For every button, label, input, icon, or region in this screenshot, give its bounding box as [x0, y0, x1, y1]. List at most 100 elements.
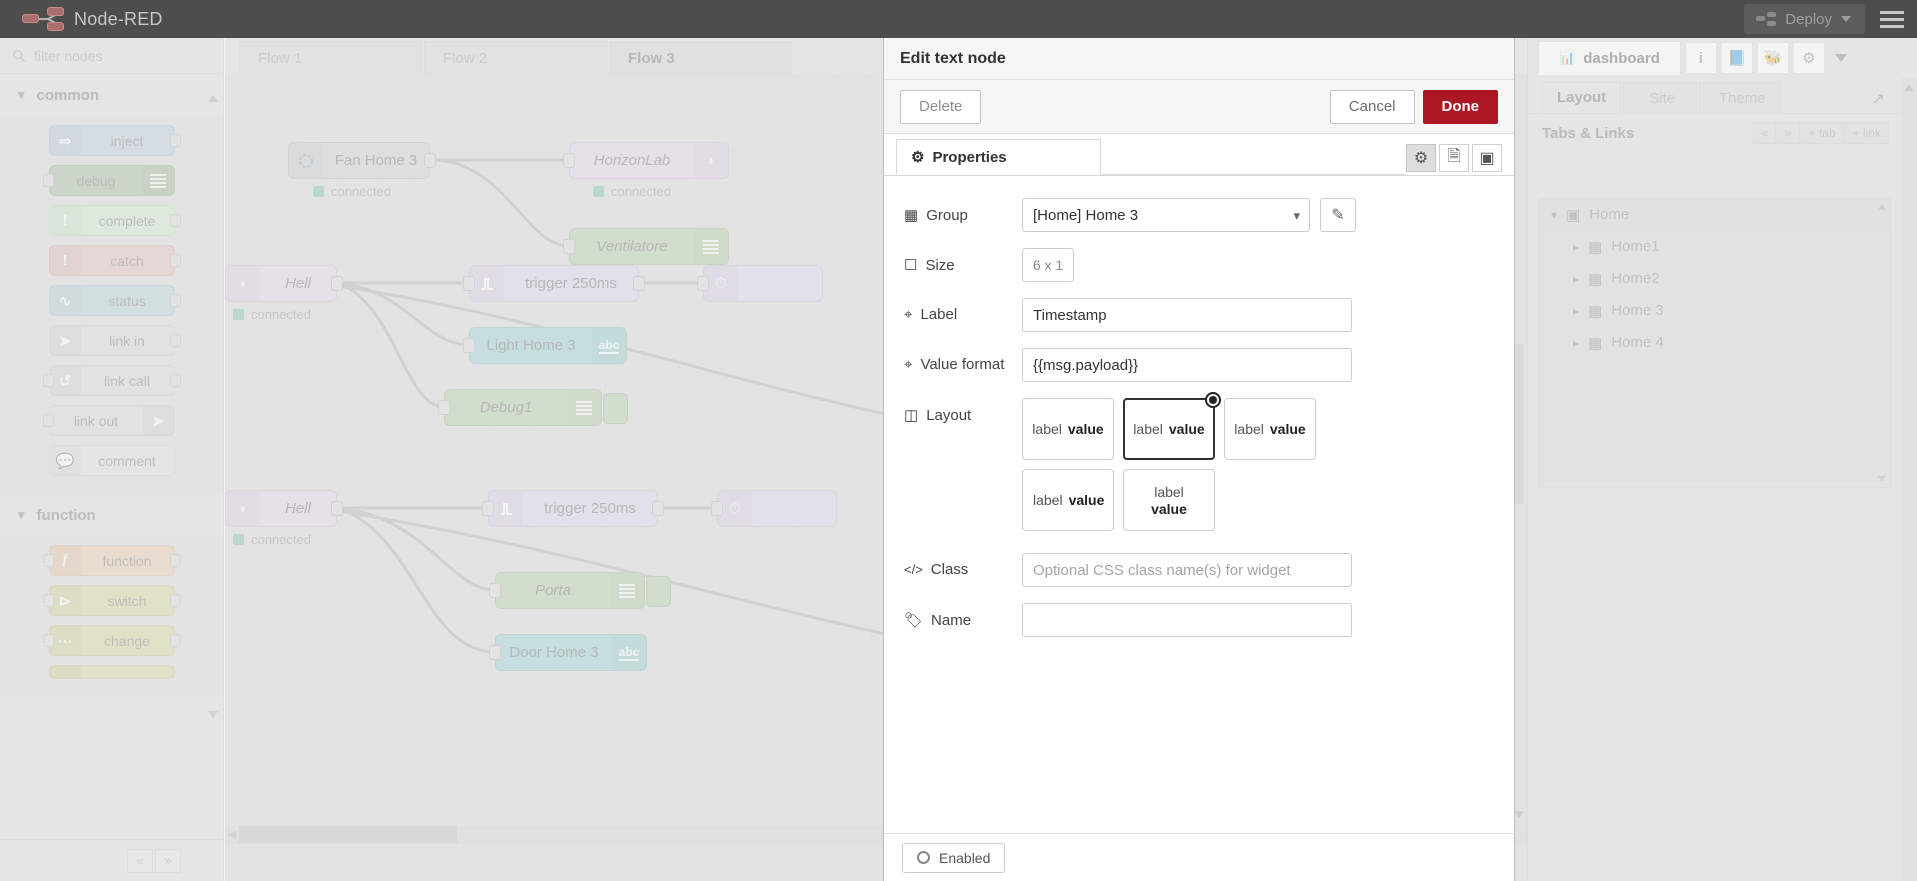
- palette-node-inject[interactable]: ⇒ inject: [49, 125, 175, 156]
- palette-node-debug[interactable]: debug: [49, 165, 175, 196]
- scroll-thumb[interactable]: [1514, 344, 1523, 504]
- tree-item-home1[interactable]: ▸ ▦ Home1: [1539, 231, 1890, 263]
- flow-node-hell-2[interactable]: ◗ Hell: [225, 490, 337, 527]
- flow-node-light-home-3[interactable]: Light Home 3 abc: [469, 327, 627, 364]
- palette-node-switch[interactable]: ⊳ switch: [49, 585, 175, 616]
- output-port[interactable]: [170, 594, 181, 607]
- layout-option-row-left[interactable]: label value: [1022, 398, 1114, 460]
- output-port[interactable]: [170, 374, 181, 387]
- palette-node-change[interactable]: ⋯ change: [49, 625, 175, 656]
- subtab-layout[interactable]: Layout: [1542, 82, 1621, 113]
- layout-option-spread[interactable]: label value: [1022, 469, 1114, 531]
- input-port[interactable]: [43, 554, 54, 567]
- flow-tab-1[interactable]: Flow 1: [239, 41, 422, 74]
- cancel-button[interactable]: Cancel: [1330, 90, 1415, 124]
- output-port[interactable]: [331, 501, 343, 516]
- subtab-site[interactable]: Site: [1623, 82, 1701, 113]
- deploy-button[interactable]: Deploy: [1744, 4, 1865, 34]
- flow-node-door-home-3[interactable]: Door Home 3 abc: [495, 634, 647, 671]
- add-link-button[interactable]: + link: [1845, 122, 1889, 144]
- flow-node-debug1[interactable]: Debug1: [444, 389, 602, 426]
- input-port[interactable]: [463, 276, 475, 291]
- output-port[interactable]: [633, 276, 645, 291]
- scroll-down-icon[interactable]: [208, 711, 218, 718]
- scroll-left-icon[interactable]: ◀: [225, 828, 239, 841]
- palette-scrollbar[interactable]: [208, 78, 219, 718]
- scroll-down-icon[interactable]: [1878, 476, 1886, 482]
- palette-node-comment[interactable]: 💬 comment: [49, 445, 175, 476]
- output-port[interactable]: [424, 153, 436, 168]
- palette-node-partial[interactable]: [49, 665, 175, 679]
- chevron-down-icon[interactable]: ▾: [1293, 208, 1300, 224]
- layout-option-stacked[interactable]: label value: [1123, 469, 1215, 531]
- output-port[interactable]: [652, 501, 664, 516]
- collapse-icon[interactable]: «: [1753, 122, 1776, 144]
- collapse-all-icon[interactable]: «: [127, 849, 153, 873]
- scroll-up-icon[interactable]: [1878, 204, 1886, 210]
- info-icon[interactable]: i: [1685, 42, 1717, 74]
- done-button[interactable]: Done: [1423, 90, 1499, 124]
- palette-category-common[interactable]: ▾ common: [0, 74, 223, 116]
- pencil-icon[interactable]: ✎: [1320, 198, 1356, 232]
- caret-down-icon[interactable]: [1835, 54, 1847, 62]
- palette-node-catch[interactable]: ! catch: [49, 245, 175, 276]
- tree-item-home3[interactable]: ▸ ▦ Home 3: [1539, 295, 1890, 327]
- appearance-icon[interactable]: ▣: [1472, 144, 1502, 172]
- output-port[interactable]: [170, 254, 181, 267]
- subtab-theme[interactable]: Theme: [1703, 82, 1781, 113]
- input-port[interactable]: [43, 174, 54, 187]
- flow-node-delay-2[interactable]: ⏱: [717, 490, 837, 527]
- help-book-icon[interactable]: 📘: [1721, 42, 1753, 74]
- chevron-down-icon[interactable]: ▾: [1551, 208, 1557, 222]
- config-gear-icon[interactable]: ⚙: [1793, 42, 1825, 74]
- hamburger-menu-icon[interactable]: [1871, 11, 1917, 28]
- input-port[interactable]: [43, 594, 54, 607]
- layout-option-row-center[interactable]: label value: [1123, 398, 1215, 460]
- input-port[interactable]: [563, 239, 575, 254]
- tree-item-home4[interactable]: ▸ ▦ Home 4: [1539, 327, 1890, 359]
- radio-selected-icon[interactable]: [1205, 392, 1221, 408]
- add-tab-button[interactable]: + tab: [1801, 122, 1844, 144]
- scroll-thumb[interactable]: [239, 826, 457, 843]
- input-port[interactable]: [43, 374, 54, 387]
- output-port[interactable]: [170, 634, 181, 647]
- output-port[interactable]: [170, 214, 181, 227]
- description-icon[interactable]: 🗎: [1439, 144, 1469, 172]
- input-port[interactable]: [489, 645, 501, 660]
- palette-node-link-out[interactable]: link out ➤: [49, 405, 175, 436]
- input-port[interactable]: [43, 634, 54, 647]
- input-port[interactable]: [438, 400, 450, 415]
- flow-node-delay-1[interactable]: ⏱: [703, 265, 823, 302]
- group-select[interactable]: [Home] Home 3 ▾: [1022, 198, 1310, 232]
- palette-category-function[interactable]: ▾ function: [0, 494, 223, 536]
- input-port[interactable]: [482, 501, 494, 516]
- flow-node-hell-1[interactable]: ◗ Hell: [225, 265, 337, 302]
- scroll-up-icon[interactable]: [208, 78, 218, 102]
- tree-scrollbar[interactable]: [1876, 199, 1889, 487]
- palette-node-function[interactable]: f function: [49, 545, 175, 576]
- enabled-toggle-button[interactable]: Enabled: [902, 843, 1005, 873]
- output-port[interactable]: [170, 334, 181, 347]
- input-port[interactable]: [489, 583, 501, 598]
- output-port[interactable]: [170, 134, 181, 147]
- gear-icon[interactable]: ⚙: [1406, 144, 1436, 172]
- input-port[interactable]: [463, 338, 475, 353]
- palette-node-link-call[interactable]: ↺ link call: [49, 365, 175, 396]
- flow-node-trigger-2[interactable]: trigger 250ms: [488, 490, 658, 527]
- tree-item-home[interactable]: ▾ ▣ Home: [1539, 199, 1890, 231]
- palette-node-link-in[interactable]: ➤ link in: [49, 325, 175, 356]
- scroll-down-icon[interactable]: [1514, 811, 1524, 818]
- palette-node-status[interactable]: ∿ status: [49, 285, 175, 316]
- flow-node-fan-home-3[interactable]: Fan Home 3: [288, 142, 430, 179]
- class-input[interactable]: [1022, 553, 1352, 587]
- layout-option-row-right[interactable]: label value: [1224, 398, 1316, 460]
- flow-tab-2[interactable]: Flow 2: [424, 41, 607, 74]
- group-select-value[interactable]: [Home] Home 3: [1022, 198, 1310, 232]
- delete-button[interactable]: Delete: [900, 90, 981, 124]
- flow-node-porta[interactable]: Porta: [495, 572, 645, 609]
- palette-node-complete[interactable]: ! complete: [49, 205, 175, 236]
- debug-bug-icon[interactable]: 🐝: [1757, 42, 1789, 74]
- value-format-input[interactable]: [1022, 348, 1352, 382]
- chevron-right-icon[interactable]: ▸: [1573, 336, 1579, 350]
- chevron-right-icon[interactable]: ▸: [1573, 304, 1579, 318]
